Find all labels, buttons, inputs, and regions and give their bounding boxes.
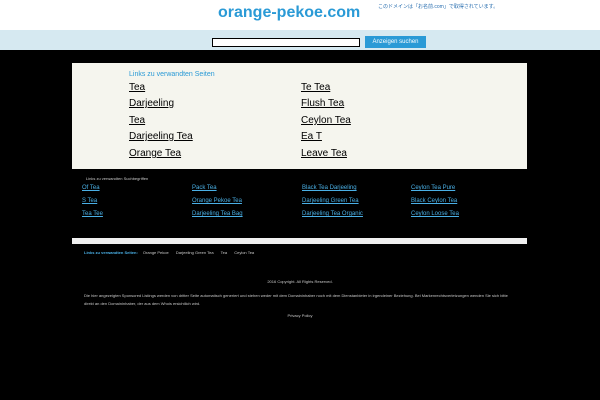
related-link[interactable]: Tea <box>129 115 145 126</box>
footer-related-links: Links zu verwandten Seiten: Orange Pekoe… <box>84 250 260 255</box>
topic-link[interactable]: Ceylon Tea Pure <box>411 185 455 191</box>
topic-link[interactable]: Black Ceylon Tea <box>411 198 457 204</box>
privacy-policy-link[interactable]: Privacy Policy <box>0 313 600 318</box>
related-link[interactable]: Darjeeling <box>129 98 174 109</box>
topic-link[interactable]: Tea Tee <box>82 211 103 217</box>
footer-link[interactable]: Ceylon Tea <box>234 250 254 255</box>
topic-link[interactable]: Darjeeling Tea Bag <box>192 211 243 217</box>
topic-link[interactable]: Darjeeling Green Tea <box>302 198 359 204</box>
domain-title: orange-pekoe.com <box>218 4 361 21</box>
disclaimer-text: Die hier angezeigten Sponsored Listings … <box>84 293 508 306</box>
related-searches-heading: Links zu verwandten Suchbegriffen <box>86 176 149 181</box>
related-link[interactable]: Ceylon Tea <box>301 115 351 126</box>
topic-link[interactable]: Ceylon Loose Tea <box>411 211 459 217</box>
footer-link[interactable]: Orange Pekoe <box>143 250 169 255</box>
topic-link[interactable]: Darjeeling Tea Organic <box>302 211 363 217</box>
divider-bar <box>72 238 527 244</box>
related-link[interactable]: Orange Tea <box>129 148 181 159</box>
related-link[interactable]: Tea <box>129 82 145 93</box>
topic-link[interactable]: S Tea <box>82 198 97 204</box>
search-button[interactable]: Anzeigen suchen <box>365 36 426 48</box>
copyright-text: 2016 Copyright. All Rights Reserved. <box>267 279 333 284</box>
search-input[interactable] <box>212 38 360 47</box>
related-searches-section: Links zu verwandten Suchbegriffen Of Tea… <box>0 170 600 240</box>
topic-link[interactable]: Of Tea <box>82 185 100 191</box>
related-links-heading: Links zu verwandten Seiten <box>129 71 215 78</box>
footer-link[interactable]: Darjeeling Green Tea <box>176 250 214 255</box>
registrar-notice: このドメインは「お名前.com」で取得されています。 <box>378 4 499 10</box>
topic-link[interactable]: Black Tea Darjeeling <box>302 185 357 191</box>
footer-related-label: Links zu verwandten Seiten: <box>84 250 138 255</box>
related-links-panel: Links zu verwandten Seiten Tea Darjeelin… <box>72 63 527 169</box>
related-link[interactable]: Te Tea <box>301 82 330 93</box>
topic-link[interactable]: Pack Tea <box>192 185 217 191</box>
related-link[interactable]: Leave Tea <box>301 148 347 159</box>
related-link[interactable]: Ea T <box>301 131 322 142</box>
header-bar: orange-pekoe.com このドメインは「お名前.com」で取得されてい… <box>0 0 600 30</box>
topic-link[interactable]: Orange Pekoe Tea <box>192 198 242 204</box>
related-link[interactable]: Darjeeling Tea <box>129 131 193 142</box>
related-link[interactable]: Flush Tea <box>301 98 344 109</box>
footer-link[interactable]: Tea <box>221 250 227 255</box>
